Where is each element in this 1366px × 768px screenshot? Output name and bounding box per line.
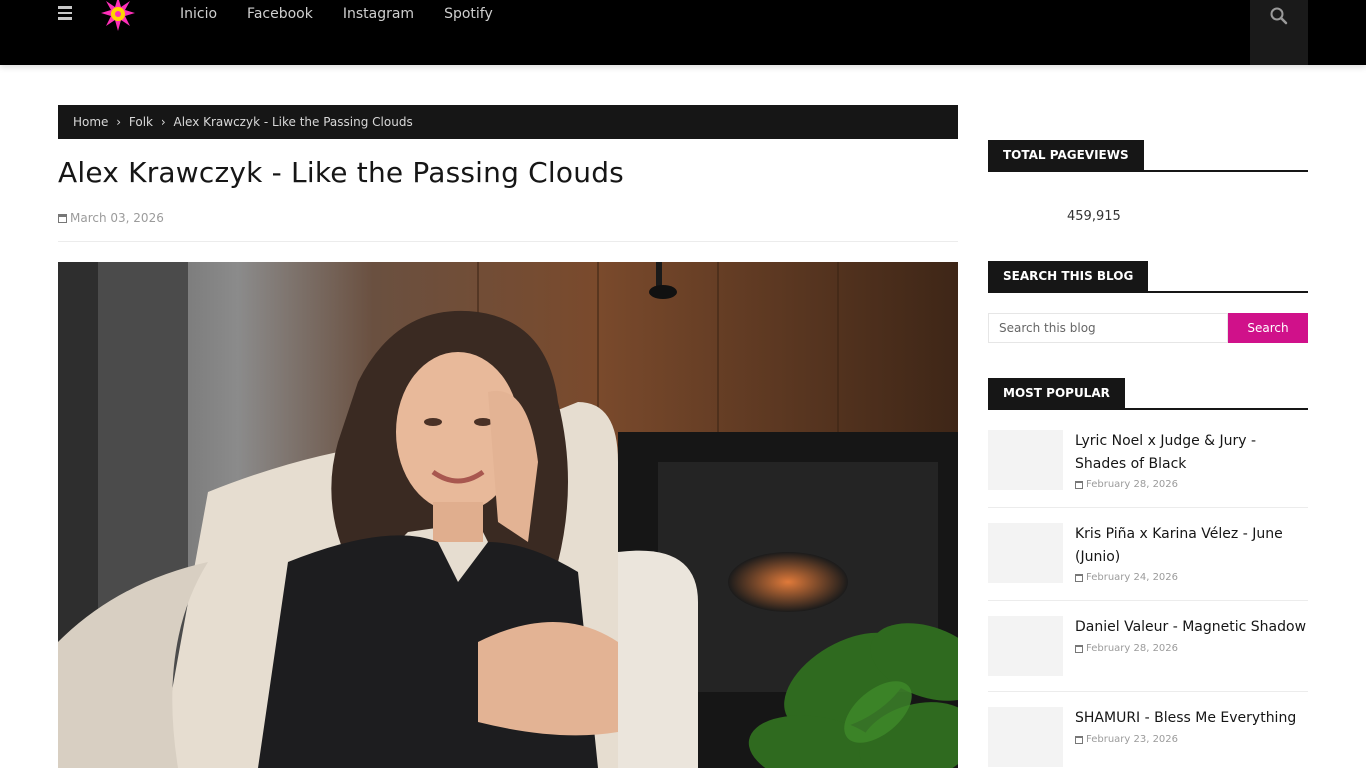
blog-search-button[interactable]: Search [1228,313,1308,343]
breadcrumb-separator: › [116,115,122,129]
nav-link-facebook[interactable]: Facebook [247,6,313,22]
popular-post-title[interactable]: Lyric Noel x Judge & Jury - Shades of Bl… [1075,430,1308,476]
breadcrumb: Home › Folk › Alex Krawczyk - Like the P… [58,105,958,139]
post-featured-image [58,262,958,768]
header-search-button[interactable] [1250,0,1308,65]
hamburger-menu-icon[interactable] [58,6,74,22]
popular-post-item[interactable]: Kris Piña x Karina Vélez - June (Junio) … [988,523,1308,601]
popular-post-item[interactable]: SHAMURI - Bless Me Everything February 2… [988,707,1308,768]
main-nav: Inicio Facebook Instagram Spotify [180,6,523,22]
breadcrumb-current: Alex Krawczyk - Like the Passing Clouds [173,115,413,129]
popular-post-title[interactable]: Kris Piña x Karina Vélez - June (Junio) [1075,523,1308,569]
popular-post-date: February 28, 2026 [1075,479,1178,490]
popular-post-item[interactable]: Daniel Valeur - Magnetic Shadow February… [988,616,1308,692]
popular-post-date: February 23, 2026 [1075,734,1178,745]
popular-post-date-text: February 23, 2026 [1086,734,1179,745]
widget-title: MOST POPULAR [988,378,1125,408]
widget-title: TOTAL PAGEVIEWS [988,140,1144,170]
popular-post-title[interactable]: Daniel Valeur - Magnetic Shadow [1075,616,1308,639]
top-navbar: Inicio Facebook Instagram Spotify [0,0,1366,65]
post-thumbnail[interactable] [988,616,1063,676]
post-date-text: March 03, 2026 [70,211,164,225]
widget-header-popular: MOST POPULAR [988,378,1308,410]
breadcrumb-category[interactable]: Folk [129,115,153,129]
popular-post-item[interactable]: Lyric Noel x Judge & Jury - Shades of Bl… [988,430,1308,508]
nav-link-inicio[interactable]: Inicio [180,6,217,22]
nav-link-instagram[interactable]: Instagram [343,6,414,22]
post-title: Alex Krawczyk - Like the Passing Clouds [58,156,624,189]
calendar-icon [1075,480,1083,489]
popular-post-date: February 28, 2026 [1075,643,1178,654]
post-thumbnail[interactable] [988,523,1063,583]
popular-post-date-text: February 28, 2026 [1086,479,1179,490]
popular-post-date: February 24, 2026 [1075,572,1178,583]
breadcrumb-separator: › [160,115,166,129]
popular-post-date-text: February 24, 2026 [1086,572,1179,583]
blog-search-input[interactable] [988,313,1228,343]
post-date: March 03, 2026 [58,211,164,225]
search-icon [1270,7,1288,25]
breadcrumb-home[interactable]: Home [73,115,108,129]
popular-post-date-text: February 28, 2026 [1086,643,1179,654]
post-thumbnail[interactable] [988,707,1063,767]
pageviews-count: 459,915 [1067,209,1121,224]
popular-post-title[interactable]: SHAMURI - Bless Me Everything [1075,707,1308,730]
widget-header-pageviews: TOTAL PAGEVIEWS [988,140,1308,172]
divider [58,241,958,242]
calendar-icon [1075,644,1083,653]
nav-link-spotify[interactable]: Spotify [444,6,493,22]
widget-title: SEARCH THIS BLOG [988,261,1149,291]
post-thumbnail[interactable] [988,430,1063,490]
calendar-icon [58,213,67,223]
calendar-icon [1075,573,1083,582]
calendar-icon [1075,735,1083,744]
widget-header-search: SEARCH THIS BLOG [988,261,1308,293]
site-logo[interactable] [100,0,136,32]
